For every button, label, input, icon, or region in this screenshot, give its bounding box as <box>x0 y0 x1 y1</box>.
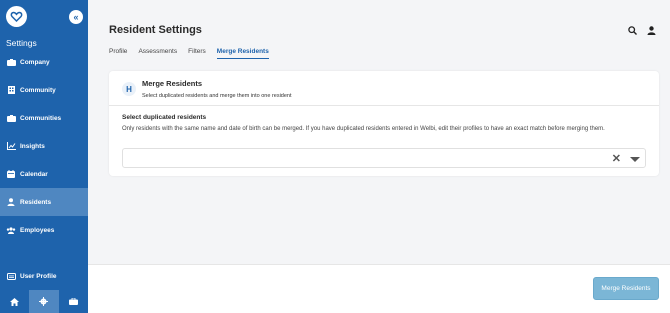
merge-icon: H <box>122 82 136 96</box>
user-profile-label: User Profile <box>20 272 57 280</box>
search-icon[interactable] <box>628 26 637 35</box>
sidebar-item-calendar[interactable]: Calendar <box>0 160 88 188</box>
chart-icon <box>6 142 16 150</box>
sidebar-item-label: Residents <box>20 198 52 206</box>
tab-merge-residents[interactable]: Merge Residents <box>216 48 269 59</box>
sidebar-title: Settings <box>6 38 37 48</box>
gear-icon <box>39 297 49 306</box>
settings-tabs: Profile Assessments Filters Merge Reside… <box>109 48 269 59</box>
chevron-down-icon[interactable] <box>630 157 640 162</box>
building-icon <box>6 58 16 66</box>
sidebar-bottom-tabs <box>0 290 88 313</box>
briefcase-tab[interactable] <box>59 290 88 313</box>
group-icon <box>6 226 16 234</box>
community-icon <box>6 86 16 94</box>
settings-tab[interactable] <box>29 290 59 313</box>
tab-assessments[interactable]: Assessments <box>138 48 177 59</box>
tab-filters[interactable]: Filters <box>188 48 206 59</box>
sidebar-item-communities[interactable]: Communities <box>0 104 88 132</box>
person-icon <box>6 198 16 206</box>
sidebar-item-user-profile[interactable]: User Profile <box>0 266 88 286</box>
main-content: Resident Settings Profile Assessments Fi… <box>88 0 670 313</box>
communities-icon <box>6 114 16 122</box>
id-card-icon <box>6 272 16 280</box>
home-tab[interactable] <box>0 290 29 313</box>
footer-bar: Merge Residents <box>88 264 670 313</box>
card-subtitle: Select duplicated residents and merge th… <box>142 93 292 99</box>
sidebar-item-residents[interactable]: Residents <box>0 188 88 216</box>
duplicate-residents-select[interactable]: ✕ <box>122 148 646 168</box>
sidebar-item-label: Insights <box>20 142 45 150</box>
calendar-icon <box>6 170 16 178</box>
user-account-icon[interactable] <box>647 26 656 35</box>
home-icon <box>10 297 20 306</box>
merge-residents-button[interactable]: Merge Residents <box>593 277 659 300</box>
heart-logo-icon <box>10 11 23 23</box>
double-chevron-left-icon: « <box>73 11 79 22</box>
sidebar-item-label: Calendar <box>20 170 48 178</box>
card-title: Merge Residents <box>142 79 203 88</box>
tab-profile[interactable]: Profile <box>109 48 127 59</box>
page-title: Resident Settings <box>109 24 202 36</box>
sidebar: « Settings Company Community Communities <box>0 0 88 313</box>
welbi-logo[interactable] <box>6 6 27 27</box>
card-header: H Merge Residents Select duplicated resi… <box>109 71 659 106</box>
select-residents-description: Only residents with the same name and da… <box>122 126 605 132</box>
sidebar-item-insights[interactable]: Insights <box>0 132 88 160</box>
clear-icon[interactable]: ✕ <box>612 152 621 166</box>
sidebar-nav: Company Community Communities Insights C… <box>0 48 88 244</box>
sidebar-item-community[interactable]: Community <box>0 76 88 104</box>
briefcase-icon <box>68 298 78 305</box>
sidebar-item-label: Company <box>20 58 50 66</box>
sidebar-item-employees[interactable]: Employees <box>0 216 88 244</box>
sidebar-item-company[interactable]: Company <box>0 48 88 76</box>
header-actions <box>628 26 656 35</box>
sidebar-item-label: Community <box>20 86 56 94</box>
collapse-sidebar-button[interactable]: « <box>69 10 83 24</box>
sidebar-item-label: Employees <box>20 226 55 234</box>
select-residents-label: Select duplicated residents <box>122 114 207 121</box>
sidebar-item-label: Communities <box>20 114 62 122</box>
merge-residents-card: H Merge Residents Select duplicated resi… <box>109 71 659 176</box>
